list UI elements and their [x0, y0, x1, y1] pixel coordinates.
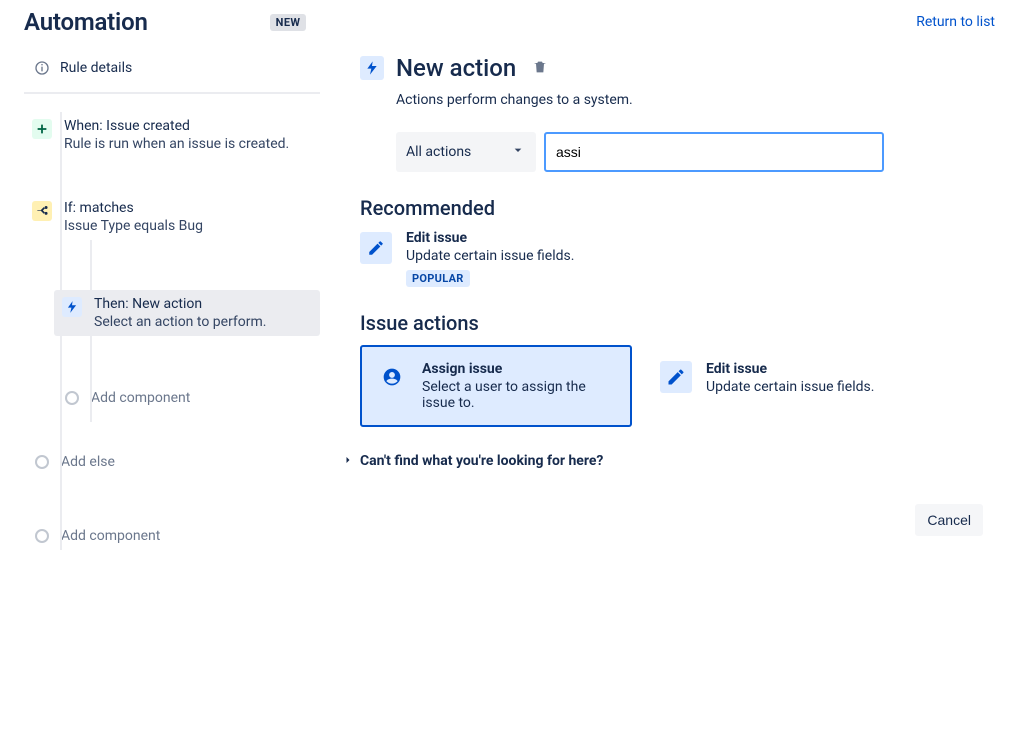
add-dot-icon: [65, 391, 79, 405]
add-component-inner-label: Add component: [91, 390, 190, 406]
return-to-list-link[interactable]: Return to list: [916, 14, 995, 30]
recommended-action[interactable]: Edit issue Update certain issue fields. …: [360, 230, 983, 287]
trigger-title: When: Issue created: [64, 118, 289, 134]
action-card-assign-issue[interactable]: Assign issue Select a user to assign the…: [360, 345, 632, 427]
popular-badge: POPULAR: [406, 270, 470, 287]
action-description: Select an action to perform.: [94, 314, 266, 330]
action-title: Then: New action: [94, 296, 266, 312]
add-component-outer-label: Add component: [61, 528, 160, 544]
branch-icon: [32, 201, 52, 221]
bolt-icon: [62, 297, 82, 317]
user-circle-icon: [376, 361, 408, 393]
add-dot-icon: [35, 529, 49, 543]
panel-description: Actions perform changes to a system.: [396, 92, 983, 108]
recommended-title: Edit issue: [406, 230, 574, 246]
add-else-label: Add else: [61, 454, 115, 470]
condition-title: If: matches: [64, 200, 203, 216]
action-card-description: Update certain issue fields.: [706, 379, 874, 395]
rule-details-label: Rule details: [60, 60, 132, 76]
delete-action-button[interactable]: [528, 55, 552, 82]
action-card-title: Edit issue: [706, 361, 874, 377]
page-title: Automation: [24, 8, 148, 36]
panel-title: New action: [396, 54, 516, 82]
rule-sidebar: Rule details When: Issue created Rule is…: [24, 48, 320, 550]
trigger-description: Rule is run when an issue is created.: [64, 136, 289, 152]
recommended-heading: Recommended: [360, 196, 983, 220]
action-node[interactable]: Then: New action Select an action to per…: [54, 290, 320, 336]
rule-details-link[interactable]: Rule details: [24, 48, 320, 94]
bolt-icon: [360, 56, 384, 80]
page-header: Automation NEW Return to list: [24, 8, 995, 36]
plus-icon: [32, 119, 52, 139]
add-dot-icon: [35, 455, 49, 469]
cant-find-label: Can't find what you're looking for here?: [360, 453, 603, 469]
chevron-down-icon: [510, 142, 526, 162]
chevron-right-icon: [342, 451, 354, 470]
recommended-description: Update certain issue fields.: [406, 248, 574, 264]
action-card-description: Select a user to assign the issue to.: [422, 379, 616, 411]
action-category-select[interactable]: All actions: [396, 132, 536, 172]
action-card-title: Assign issue: [422, 361, 616, 377]
trash-icon: [532, 63, 548, 78]
condition-description: Issue Type equals Bug: [64, 218, 203, 234]
info-icon: [34, 60, 50, 76]
action-search-input[interactable]: [544, 132, 884, 172]
add-else[interactable]: Add else: [24, 448, 320, 476]
action-card-edit-issue[interactable]: Edit issue Update certain issue fields.: [644, 345, 916, 427]
cancel-button[interactable]: Cancel: [915, 504, 983, 536]
new-badge: NEW: [270, 14, 307, 31]
pencil-icon: [360, 232, 392, 264]
issue-actions-heading: Issue actions: [360, 311, 983, 335]
cant-find-toggle[interactable]: Can't find what you're looking for here?: [342, 451, 983, 470]
add-component-outer[interactable]: Add component: [24, 522, 320, 550]
trigger-node[interactable]: When: Issue created Rule is run when an …: [24, 112, 320, 158]
condition-node[interactable]: If: matches Issue Type equals Bug: [24, 194, 320, 422]
action-panel: New action Actions perform changes to a …: [320, 48, 995, 550]
add-component-inner[interactable]: Add component: [54, 384, 320, 412]
action-category-label: All actions: [406, 144, 471, 160]
pencil-icon: [660, 361, 692, 393]
